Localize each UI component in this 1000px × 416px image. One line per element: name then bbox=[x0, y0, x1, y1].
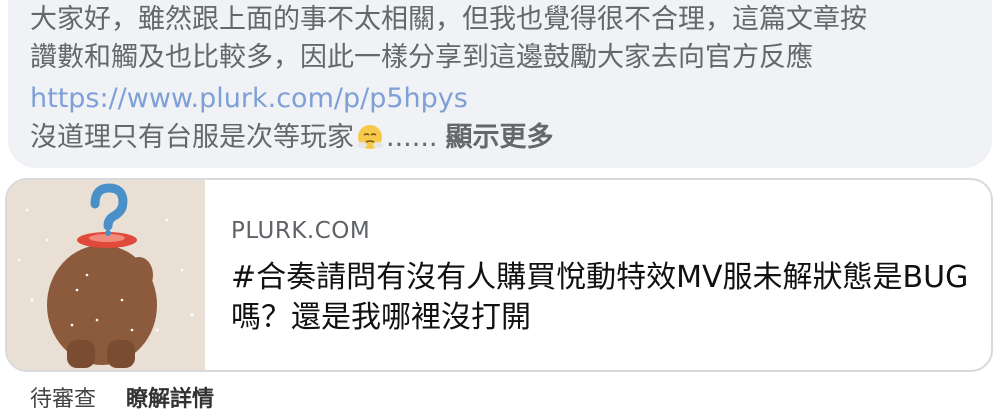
ellipsis: ...... bbox=[386, 122, 438, 153]
link-preview-text: PLURK.COM #合奏請問有沒有人購買悅動特效MV服未解狀態是BUG嗎？還是… bbox=[231, 216, 971, 338]
learn-more-link[interactable]: 瞭解詳情 bbox=[126, 387, 214, 412]
link-preview-card[interactable]: PLURK.COM #合奏請問有沒有人購買悅動特效MV服未解狀態是BUG嗎？還是… bbox=[5, 178, 993, 372]
pending-review-label: 待審查 bbox=[30, 387, 97, 412]
post-link[interactable]: https://www.plurk.com/p/p5hpys bbox=[30, 79, 468, 119]
comment-bubble: 大家好，雖然跟上面的事不太相關，但我也覺得很不合理，這篇文章按 讚數和觸及也比較… bbox=[8, 0, 992, 168]
bear-thumbnail-icon bbox=[7, 180, 205, 370]
post-actions: 待審查 瞭解詳情 bbox=[30, 386, 214, 414]
post-text-line-4: 沒道理只有台服是次等玩家 ...... 顯示更多 bbox=[30, 118, 554, 158]
link-domain: PLURK.COM bbox=[231, 218, 371, 244]
see-more-link[interactable]: 顯示更多 bbox=[446, 122, 554, 153]
post-text-line-4-text: 沒道理只有台服是次等玩家 bbox=[30, 122, 354, 153]
steam-from-nose-face-icon bbox=[357, 125, 383, 149]
link-title[interactable]: #合奏請問有沒有人購買悅動特效MV服未解狀態是BUG嗎？還是我哪裡沒打開 bbox=[231, 258, 971, 338]
post-text-line-1: 大家好，雖然跟上面的事不太相關，但我也覺得很不合理，這篇文章按 bbox=[30, 4, 867, 35]
post-text-line-2: 讚數和觸及也比較多，因此一樣分享到這邊鼓勵大家去向官方反應 bbox=[30, 42, 813, 73]
link-thumbnail bbox=[7, 180, 205, 370]
